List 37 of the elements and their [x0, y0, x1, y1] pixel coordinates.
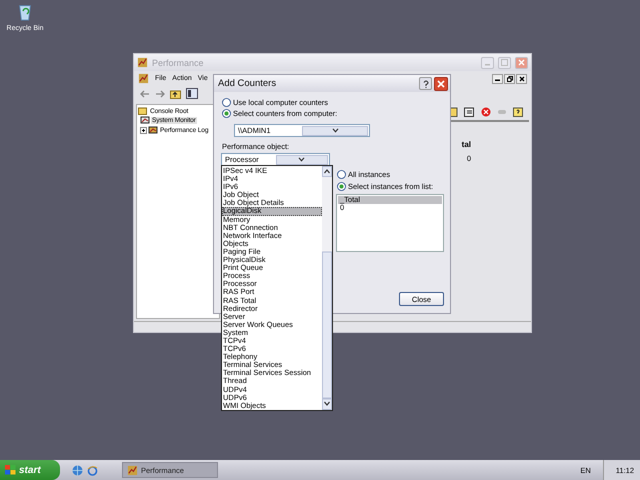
close-button[interactable] [516, 74, 527, 84]
stop-icon[interactable] [481, 107, 491, 117]
close-button[interactable] [434, 76, 448, 90]
close-icon [518, 76, 524, 82]
dialog-title: Add Counters [218, 78, 278, 89]
radio-button[interactable] [222, 109, 231, 118]
folder-up-icon[interactable] [170, 88, 181, 98]
restore-button[interactable] [504, 74, 515, 84]
close-icon [518, 59, 525, 66]
help-button[interactable] [419, 77, 432, 90]
folder-icon [138, 107, 147, 115]
monitor-icon [140, 116, 150, 125]
chart-icon [138, 73, 149, 84]
chart-icon [127, 464, 138, 476]
minimize-button[interactable] [492, 74, 503, 84]
forward-arrow-icon[interactable] [155, 90, 165, 98]
maximize-icon [501, 59, 508, 66]
radio-button[interactable] [337, 170, 346, 179]
radio-button[interactable] [222, 98, 231, 107]
expand-icon[interactable] [140, 127, 147, 134]
chart-icon [137, 57, 148, 68]
start-button[interactable]: start [0, 460, 60, 480]
properties-icon[interactable] [464, 107, 475, 117]
radio-button[interactable] [337, 182, 346, 191]
globe-icon[interactable] [72, 464, 83, 476]
legend-header: tal [462, 140, 471, 149]
scrollbar[interactable] [322, 166, 332, 410]
close-icon [437, 80, 445, 88]
log-icon [148, 126, 158, 135]
question-mark-icon [422, 80, 428, 88]
restore-icon [506, 76, 512, 82]
window-title: Performance [152, 58, 205, 68]
help-icon[interactable] [513, 107, 523, 117]
panel-icon[interactable] [186, 88, 198, 99]
back-arrow-icon[interactable] [140, 90, 150, 98]
browser-icon[interactable] [87, 464, 98, 476]
windows-logo-icon [5, 465, 16, 475]
